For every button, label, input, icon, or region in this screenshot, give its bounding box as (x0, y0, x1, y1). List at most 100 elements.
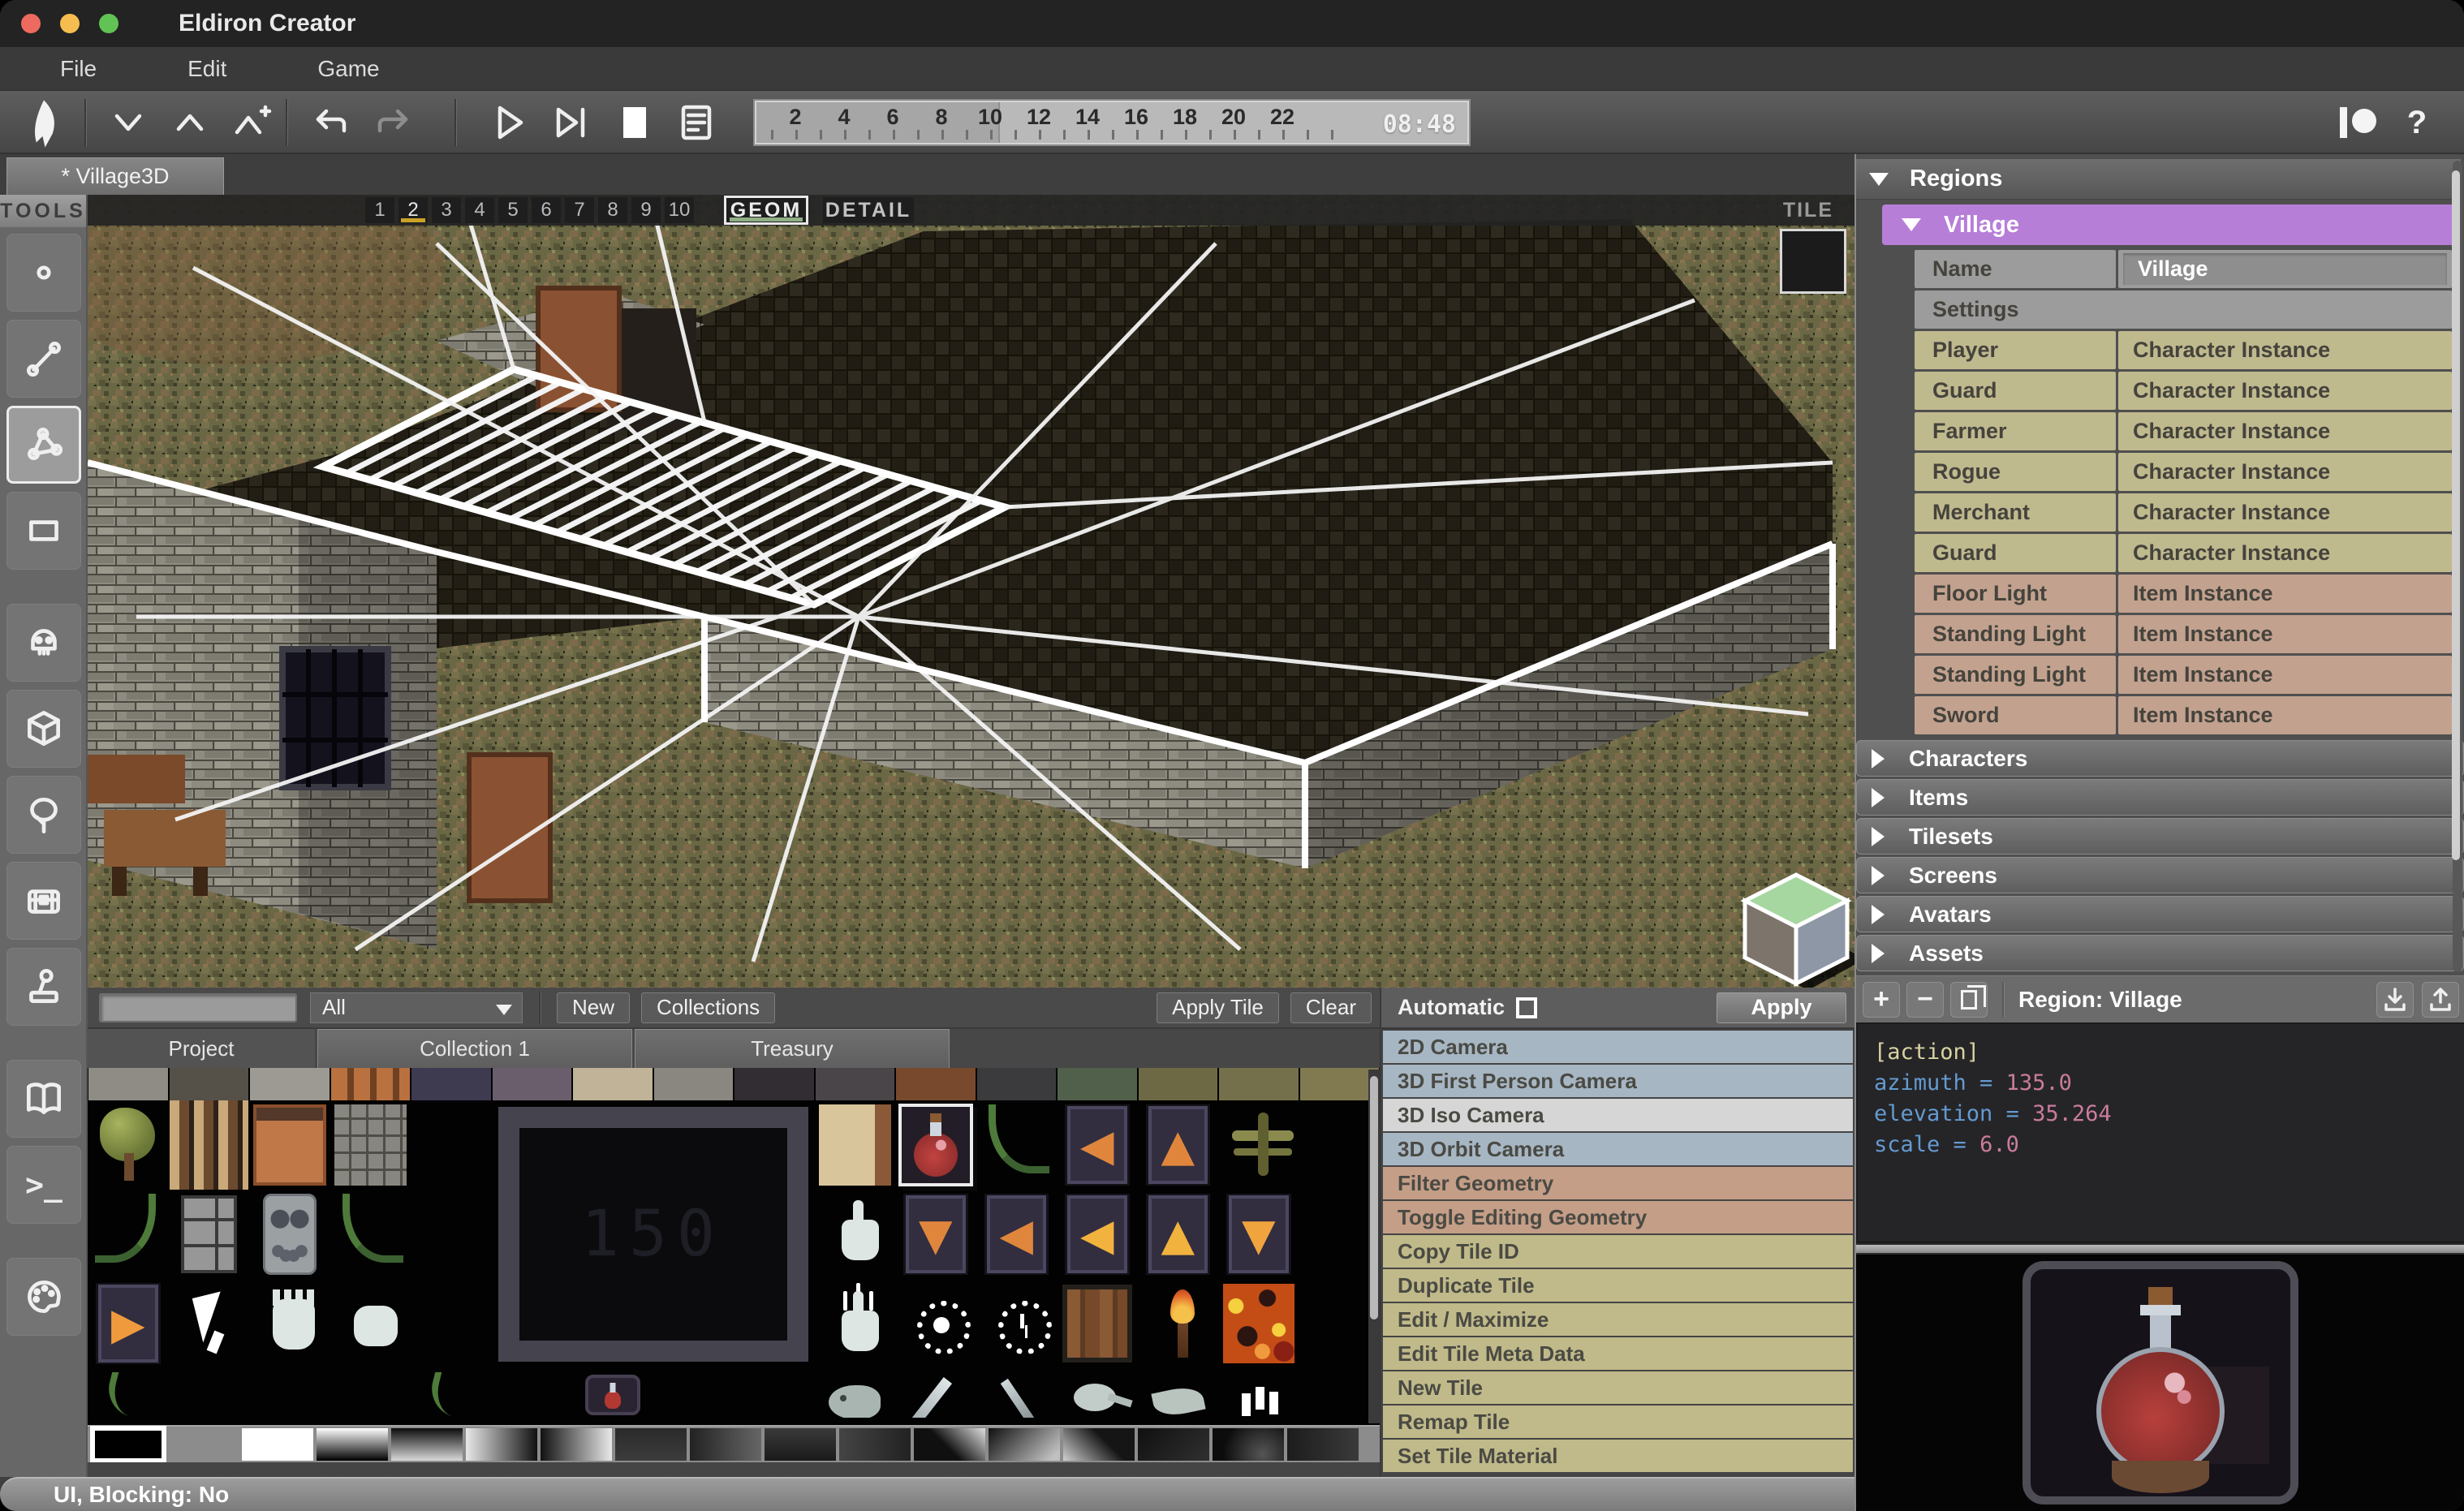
tile-leaf[interactable] (1142, 1372, 1215, 1418)
tile-tex[interactable] (1219, 1068, 1299, 1100)
tile-minipotion[interactable] (585, 1375, 640, 1415)
tile-cursor[interactable] (173, 1283, 246, 1364)
region-code-editor[interactable]: [action] azimuth = 135.0 elevation = 35.… (1856, 1022, 2464, 1243)
tile-vine[interactable] (334, 1194, 407, 1275)
gradient-swatch[interactable] (1138, 1428, 1209, 1461)
tile-tex[interactable] (170, 1100, 249, 1190)
rect-icon[interactable] (6, 492, 81, 570)
chevron-up-icon[interactable] (161, 97, 219, 148)
tile-tex[interactable] (1300, 1068, 1380, 1100)
play-icon[interactable] (480, 97, 539, 148)
tile-eyeclock[interactable] (980, 1283, 1053, 1364)
region-village-header[interactable]: Village (1882, 204, 2456, 245)
menu-item[interactable]: File (60, 56, 97, 82)
property-value[interactable]: Item Instance (2118, 662, 2273, 687)
menu-item[interactable]: Edit (187, 56, 226, 82)
panel-divider[interactable] (1856, 1243, 2464, 1255)
tile-tex[interactable] (734, 1068, 814, 1100)
tile-tex[interactable] (573, 1068, 653, 1100)
property-row[interactable]: Guard Character Instance (1915, 534, 2452, 572)
tile-tex[interactable] (977, 1068, 1057, 1100)
property-row[interactable]: Sword Item Instance (1915, 696, 2452, 734)
tile-slab[interactable]: ▶ (92, 1283, 165, 1364)
current-tile-preview[interactable] (1780, 229, 1846, 294)
tile-sword[interactable] (899, 1372, 972, 1418)
property-value[interactable]: Item Instance (2118, 703, 2273, 728)
layer-button[interactable]: 8 (598, 197, 627, 223)
redo-icon[interactable] (364, 97, 422, 148)
gradient-swatch[interactable] (839, 1428, 911, 1461)
detail-mode-button[interactable]: DETAIL (823, 197, 914, 223)
tile-slab[interactable]: ▲ (1142, 1104, 1215, 1186)
section-header[interactable]: Tilesets (1856, 818, 2464, 855)
tile-dagger[interactable] (980, 1372, 1053, 1418)
command-item[interactable]: New Tile (1383, 1371, 1853, 1404)
command-item[interactable]: Set Tile Material (1383, 1440, 1853, 1472)
layer-button[interactable]: 3 (432, 197, 461, 223)
tile-torch[interactable] (1142, 1283, 1215, 1364)
section-header[interactable]: Screens (1856, 857, 2464, 893)
command-item[interactable]: 3D Orbit Camera (1383, 1133, 1853, 1165)
cube-icon[interactable] (6, 690, 81, 768)
tile-spoon[interactable] (1061, 1372, 1134, 1418)
tile-grid[interactable]: 150◀▲▼◀◀▲▼▶ (88, 1068, 1380, 1425)
play-pause-icon[interactable] (542, 97, 601, 148)
section-header[interactable]: Characters (1856, 740, 2464, 777)
property-value[interactable]: Village (2123, 253, 2447, 285)
tile-paper[interactable] (819, 1104, 892, 1186)
tile-frame150[interactable]: 150 (498, 1107, 808, 1362)
viewport-3d[interactable]: 12345678910 GEOM DETAIL TILE (88, 195, 1854, 988)
layer-button[interactable]: 1 (365, 197, 394, 223)
property-row[interactable]: Rogue Character Instance (1915, 453, 2452, 491)
tile-tex[interactable] (816, 1068, 895, 1100)
command-item[interactable]: 3D Iso Camera (1383, 1099, 1853, 1131)
share-icon[interactable] (2422, 982, 2459, 1018)
tile-tex[interactable] (411, 1068, 491, 1100)
apply-button[interactable]: Apply (1717, 992, 1846, 1023)
command-item[interactable]: Toggle Editing Geometry (1383, 1201, 1853, 1233)
clear-button[interactable]: Clear (1290, 992, 1372, 1023)
command-item[interactable]: Edit Tile Meta Data (1383, 1337, 1853, 1370)
geom-mode-button[interactable]: GEOM (724, 196, 808, 225)
layer-button[interactable]: 6 (532, 197, 561, 223)
property-row[interactable]: Settings (1915, 291, 2452, 329)
layer-button[interactable]: 4 (465, 197, 494, 223)
tile-fish[interactable] (819, 1372, 892, 1418)
tile-face[interactable] (253, 1194, 326, 1275)
tile-tree[interactable] (92, 1104, 165, 1186)
command-item[interactable]: Copy Tile ID (1383, 1235, 1853, 1268)
command-item[interactable]: Remap Tile (1383, 1406, 1853, 1438)
tile-lava[interactable] (1223, 1284, 1294, 1363)
tile-vine2[interactable] (92, 1194, 165, 1275)
gradient-swatch[interactable] (989, 1428, 1060, 1461)
tile-handclick[interactable] (819, 1283, 892, 1364)
menu-item[interactable]: Game (317, 56, 379, 82)
gradient-swatch[interactable] (1287, 1428, 1359, 1461)
gradient-swatch[interactable] (690, 1428, 761, 1461)
tile-vine[interactable] (980, 1104, 1053, 1186)
chest-icon[interactable] (6, 862, 81, 940)
command-item[interactable]: Edit / Maximize (1383, 1303, 1853, 1336)
log-icon[interactable] (667, 97, 726, 148)
tile-slab[interactable]: ◀ (980, 1194, 1053, 1275)
palette-tab[interactable]: Project (88, 1029, 315, 1068)
layer-button[interactable]: 10 (665, 197, 694, 223)
gradient-swatch[interactable] (93, 1428, 164, 1461)
property-row[interactable]: Standing Light Item Instance (1915, 656, 2452, 694)
tile-tex[interactable] (493, 1068, 572, 1100)
gradient-swatch[interactable] (765, 1428, 836, 1461)
palette-icon[interactable] (6, 1258, 81, 1336)
tile-handopen[interactable] (253, 1283, 326, 1364)
tile-tex[interactable] (1058, 1068, 1137, 1100)
section-header[interactable]: Avatars (1856, 896, 2464, 932)
tile-vineS[interactable] (92, 1372, 165, 1418)
property-row[interactable]: Name Village (1915, 250, 2452, 288)
property-value[interactable]: Character Instance (2118, 459, 2330, 484)
tile-bars[interactable] (1222, 1372, 1295, 1418)
gradient-swatch[interactable] (466, 1428, 537, 1461)
new-button[interactable]: New (557, 992, 630, 1023)
tile-slab[interactable]: ▼ (1222, 1194, 1295, 1275)
minimize-button[interactable] (60, 14, 80, 33)
property-row[interactable]: Merchant Character Instance (1915, 493, 2452, 532)
property-row[interactable]: Guard Character Instance (1915, 372, 2452, 410)
